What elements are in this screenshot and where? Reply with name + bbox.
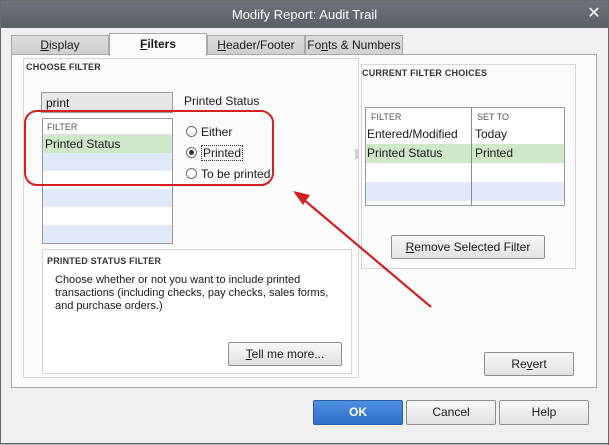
filters-tab-content: CHOOSE FILTER Printed Status FILTER Prin… xyxy=(11,54,597,388)
table-row-empty xyxy=(366,182,564,201)
col-header-set-to: SET TO xyxy=(477,112,510,122)
radio-either-circle[interactable] xyxy=(186,126,197,137)
filter-list-header: FILTER xyxy=(43,119,172,135)
list-item-empty xyxy=(43,153,172,171)
col-header-filter: FILTER xyxy=(371,112,402,122)
title-bar[interactable]: Modify Report: Audit Trail ✕ xyxy=(1,1,608,28)
table-row[interactable]: Printed Status Printed xyxy=(366,144,564,163)
radio-to-be-printed-circle[interactable] xyxy=(186,168,197,179)
choose-filter-caption: CHOOSE FILTER xyxy=(26,62,101,72)
filter-search-input[interactable] xyxy=(41,92,173,113)
choose-filter-panel: CHOOSE FILTER Printed Status FILTER Prin… xyxy=(23,58,359,378)
revert-button[interactable]: Revert xyxy=(484,352,574,376)
column-divider[interactable] xyxy=(471,108,472,205)
current-filter-choices-panel: CURRENT FILTER CHOICES FILTER SET TO Ent… xyxy=(361,64,576,269)
printed-status-filter-box: PRINTED STATUS FILTER Choose whether or … xyxy=(42,249,352,374)
list-item-empty xyxy=(43,207,172,225)
window-title: Modify Report: Audit Trail xyxy=(231,7,378,22)
table-cell-set-to: Today xyxy=(475,127,508,141)
radio-printed-label: Printed xyxy=(201,145,244,161)
tell-me-more-button[interactable]: Tell me more... xyxy=(228,342,342,366)
radio-printed[interactable]: Printed xyxy=(186,145,270,166)
radio-printed-circle[interactable] xyxy=(186,147,197,158)
radio-to-be-printed-label: To be printed xyxy=(201,167,271,181)
selected-filter-heading: Printed Status xyxy=(184,94,260,108)
current-filter-table-header: FILTER SET TO xyxy=(366,108,564,125)
radio-either[interactable]: Either xyxy=(186,124,270,145)
help-button[interactable]: Help xyxy=(499,400,589,425)
tab-fonts-numbers[interactable]: Fonts & Numbers xyxy=(305,35,403,55)
table-cell-filter: Entered/Modified xyxy=(367,127,458,141)
printed-status-description: Choose whether or not you want to includ… xyxy=(55,274,329,312)
list-item[interactable]: Printed Status xyxy=(43,135,172,153)
ok-button[interactable]: OK xyxy=(313,400,403,425)
table-row[interactable]: Entered/Modified Today xyxy=(366,125,564,144)
modify-report-dialog: Modify Report: Audit Trail ✕ Display Fil… xyxy=(0,0,609,445)
radio-to-be-printed[interactable]: To be printed xyxy=(186,166,270,187)
list-item-empty xyxy=(43,225,172,243)
list-item-empty xyxy=(43,189,172,207)
tab-filters[interactable]: Filters xyxy=(109,33,207,56)
remove-selected-filter-button[interactable]: Remove Selected Filter xyxy=(391,235,545,259)
radio-either-label: Either xyxy=(201,125,233,139)
table-cell-filter: Printed Status xyxy=(367,146,443,160)
close-icon[interactable]: ✕ xyxy=(584,5,604,23)
printed-status-filter-caption: PRINTED STATUS FILTER xyxy=(47,256,162,266)
panel-splitter-handle[interactable] xyxy=(355,149,359,159)
filter-list[interactable]: FILTER Printed Status xyxy=(42,118,173,244)
tab-display[interactable]: Display xyxy=(11,35,109,55)
current-filter-table[interactable]: FILTER SET TO Entered/Modified Today Pri… xyxy=(365,107,565,206)
cancel-button[interactable]: Cancel xyxy=(406,400,496,425)
table-cell-set-to: Printed xyxy=(475,146,514,160)
current-filter-choices-caption: CURRENT FILTER CHOICES xyxy=(362,68,488,78)
table-row-empty xyxy=(366,163,564,182)
list-item-empty xyxy=(43,171,172,189)
tab-header-footer[interactable]: Header/Footer xyxy=(207,35,305,55)
printed-status-options: Either Printed To be printed xyxy=(186,124,270,187)
